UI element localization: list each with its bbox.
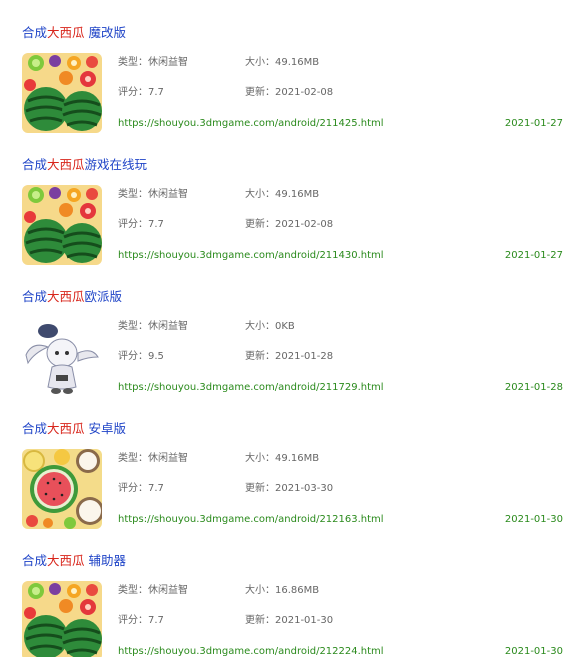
- publish-date: 2021-01-28: [504, 382, 563, 393]
- title-highlight: 大西瓜: [47, 25, 85, 40]
- rating: 评分：7.7: [118, 615, 164, 626]
- result-url-link[interactable]: https://shouyou.3dmgame.com/android/2117…: [118, 382, 384, 394]
- title-suffix: 欧派版: [84, 289, 123, 304]
- title-prefix: 合成: [22, 25, 48, 40]
- title-highlight: 大西瓜: [47, 157, 85, 172]
- title-suffix: 游戏在线玩: [84, 157, 148, 172]
- update-date: 更新：2021-02-08: [245, 87, 334, 98]
- title-highlight: 大西瓜: [47, 289, 85, 304]
- watermelon-fruit-icon[interactable]: [22, 53, 102, 133]
- file-size: 大小：49.16MB: [245, 57, 320, 68]
- result-url-link[interactable]: https://shouyou.3dmgame.com/android/2114…: [118, 118, 384, 130]
- update-date: 更新：2021-03-30: [245, 483, 334, 494]
- search-result: 合成大西瓜 魔改版 类型：休闲益智 大小：49.16MB 评分：7.7 更新：2…: [0, 25, 580, 155]
- rating: 评分：7.7: [118, 483, 164, 494]
- publish-date: 2021-01-30: [504, 646, 563, 657]
- result-url-link[interactable]: https://shouyou.3dmgame.com/android/2121…: [118, 514, 384, 526]
- title-highlight: 大西瓜: [47, 421, 85, 436]
- result-title-link[interactable]: 合成大西瓜 辅助器: [22, 553, 126, 569]
- result-url-link[interactable]: https://shouyou.3dmgame.com/android/2122…: [118, 646, 384, 657]
- rating: 评分：9.5: [118, 351, 164, 362]
- watermelon-fruit-icon[interactable]: [22, 581, 102, 657]
- result-title-link[interactable]: 合成大西瓜欧派版: [22, 289, 122, 305]
- rating: 评分：7.7: [118, 87, 164, 98]
- game-type: 类型：休闲益智: [118, 321, 188, 332]
- bunny-character-icon[interactable]: [22, 317, 102, 397]
- title-suffix: 辅助器: [84, 553, 127, 568]
- title-prefix: 合成: [22, 157, 48, 172]
- update-date: 更新：2021-01-28: [245, 351, 334, 362]
- update-date: 更新：2021-02-08: [245, 219, 334, 230]
- title-prefix: 合成: [22, 421, 48, 436]
- update-date: 更新：2021-01-30: [245, 615, 334, 626]
- watermelon-fruit-icon[interactable]: [22, 185, 102, 265]
- game-type: 类型：休闲益智: [118, 189, 188, 200]
- game-type: 类型：休闲益智: [118, 453, 188, 464]
- game-type: 类型：休闲益智: [118, 585, 188, 596]
- file-size: 大小：49.16MB: [245, 453, 320, 464]
- rating: 评分：7.7: [118, 219, 164, 230]
- publish-date: 2021-01-30: [504, 514, 563, 525]
- result-url-link[interactable]: https://shouyou.3dmgame.com/android/2114…: [118, 250, 384, 262]
- publish-date: 2021-01-27: [504, 118, 563, 129]
- search-result: 合成大西瓜游戏在线玩 类型：休闲益智 大小：49.16MB 评分：7.7 更新：…: [0, 157, 580, 287]
- game-type: 类型：休闲益智: [118, 57, 188, 68]
- title-prefix: 合成: [22, 289, 48, 304]
- publish-date: 2021-01-27: [504, 250, 563, 261]
- search-result: 合成大西瓜 辅助器 类型：休闲益智 大小：16.86MB 评分：7.7 更新：2…: [0, 553, 580, 657]
- search-result: 合成大西瓜欧派版 类型：休闲益智 大小：0KB 评分：9.5 更新：2021-0…: [0, 289, 580, 419]
- file-size: 大小：0KB: [245, 321, 295, 332]
- file-size: 大小：16.86MB: [245, 585, 320, 596]
- result-title-link[interactable]: 合成大西瓜游戏在线玩: [22, 157, 147, 173]
- title-suffix: 安卓版: [84, 421, 127, 436]
- result-title-link[interactable]: 合成大西瓜 魔改版: [22, 25, 126, 41]
- search-result: 合成大西瓜 安卓版 类型：休闲益智 大小：49.16MB 评分：7.7 更新：2…: [0, 421, 580, 551]
- watermelon-slice-icon[interactable]: [22, 449, 102, 529]
- file-size: 大小：49.16MB: [245, 189, 320, 200]
- title-suffix: 魔改版: [84, 25, 127, 40]
- result-title-link[interactable]: 合成大西瓜 安卓版: [22, 421, 126, 437]
- title-prefix: 合成: [22, 553, 48, 568]
- title-highlight: 大西瓜: [47, 553, 85, 568]
